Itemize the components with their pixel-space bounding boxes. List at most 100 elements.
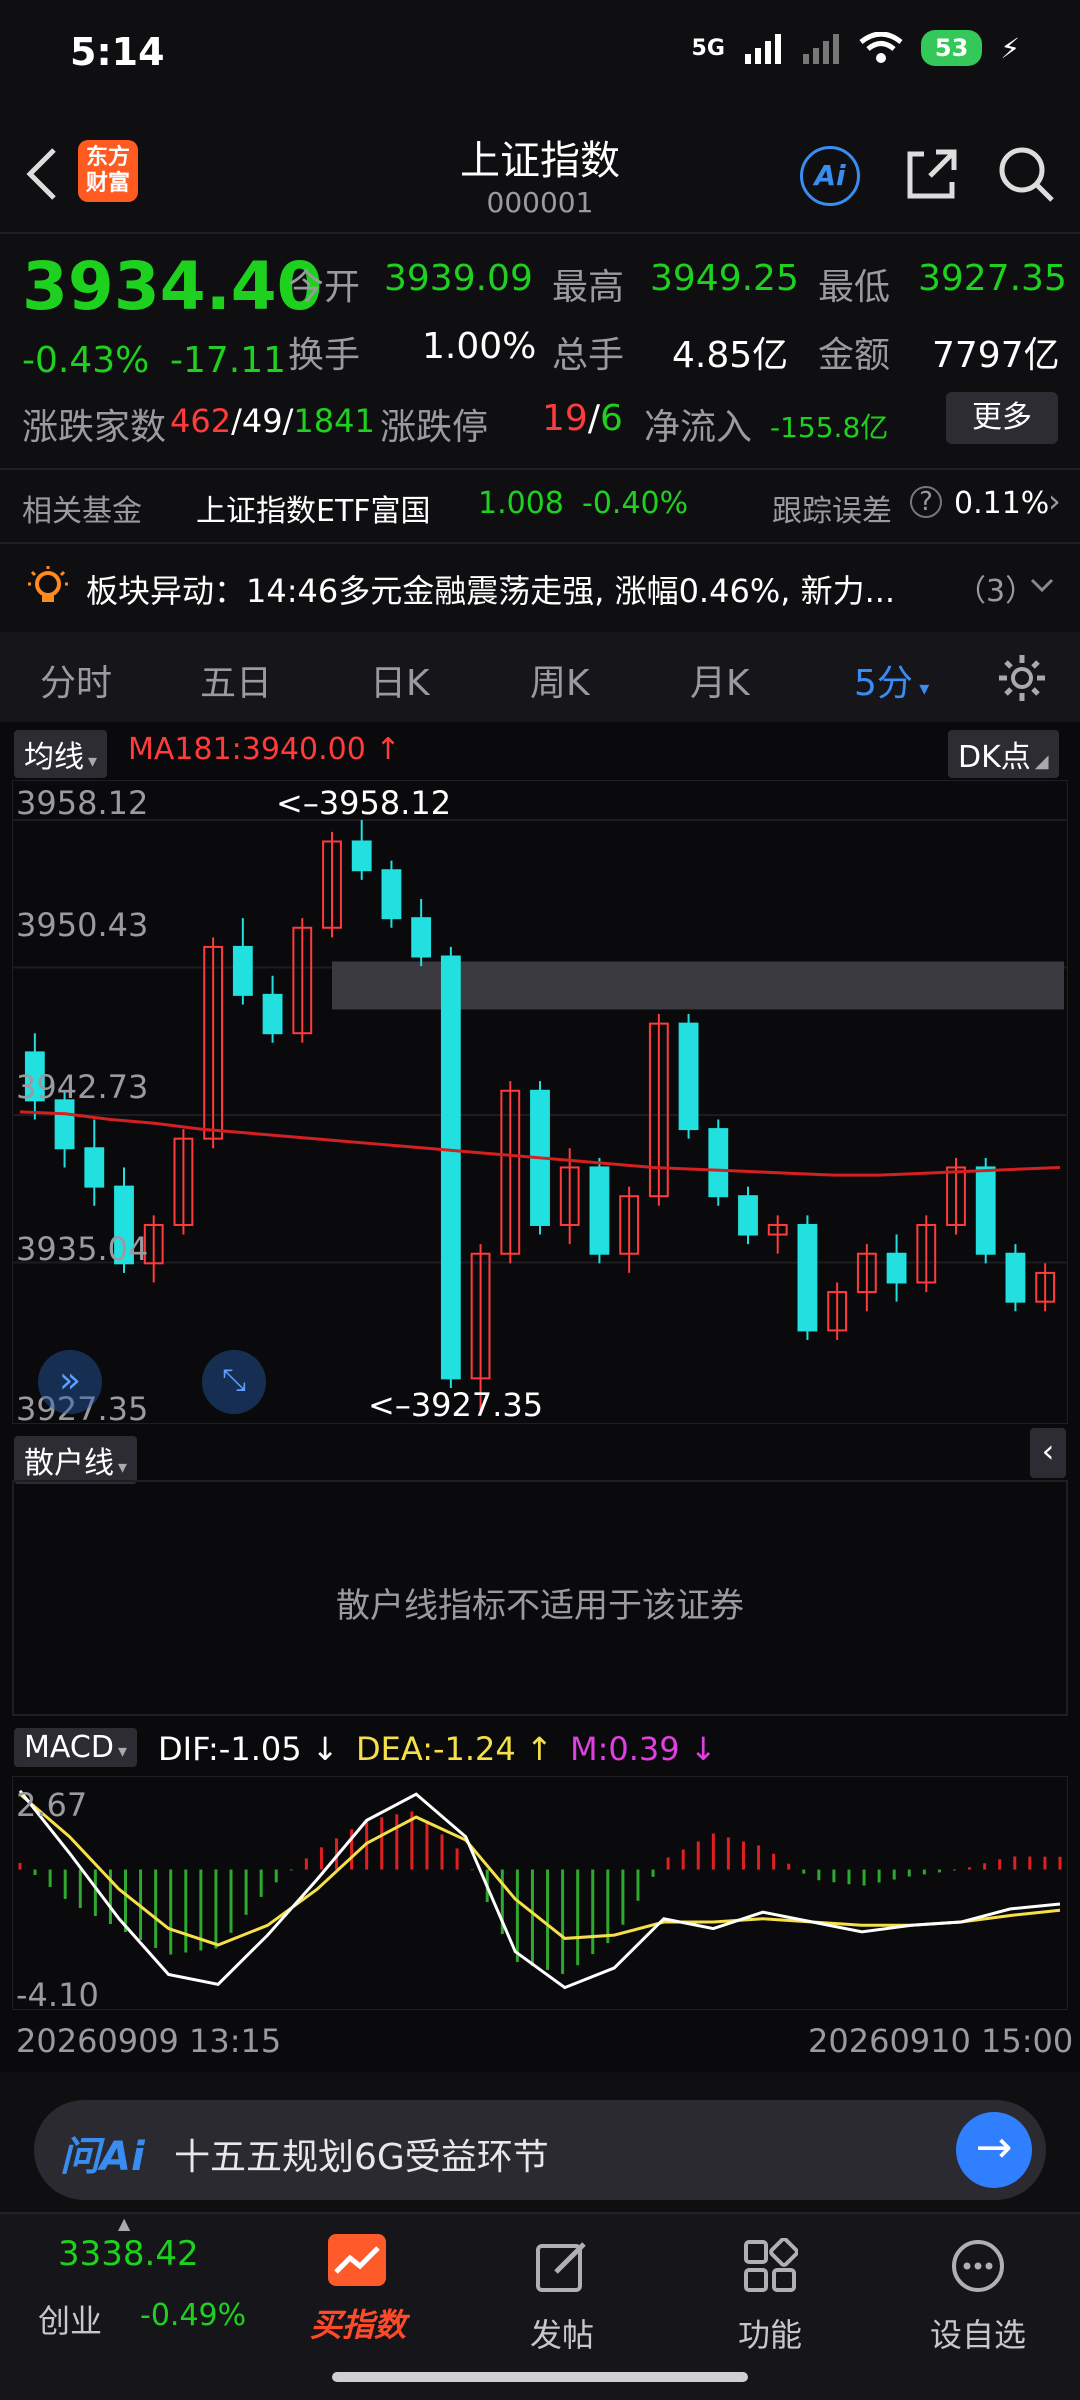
wifi-icon [859,32,903,63]
index-change: -0.49% [140,2298,247,2333]
kline-chart[interactable] [12,780,1068,1424]
max-price-marker: <–3958.12 [276,784,452,822]
fund-label: 相关基金 [22,494,142,529]
tab-monthly[interactable]: 月K [690,654,750,706]
news-ticker[interactable]: 板块异动：14:46多元金融震荡走强, 涨幅0.46%, 新力... （3） [0,544,1080,630]
macd-selector[interactable]: MACD ▾ [14,1728,137,1767]
period-tabs: 分时 五日 日K 周K 月K 5分 ▾ [0,632,1080,722]
tracking-label: 跟踪误差 [772,494,892,529]
tab-5day[interactable]: 五日 [200,654,272,706]
last-price: 3934.40 [22,248,323,325]
share-icon[interactable] [902,144,962,204]
dea-label: DEA:-1.24 ↑ [356,1730,553,1768]
candle-body [232,945,253,996]
limit-up: 19 [542,398,588,439]
battery-badge: 53 [920,30,983,66]
high-label: 最高 [552,267,625,308]
candle-body [797,1223,818,1332]
ai-search-bar[interactable]: 问Ai 十五五规划6G受益环节 → [34,2100,1046,2200]
y-tick: 3942.73 [16,1068,149,1106]
macd-top-tick: 2.67 [16,1786,88,1824]
dk-point-button[interactable]: DK点 ◢ [948,730,1059,778]
high-value: 3949.25 [650,258,799,299]
index-mini-quote[interactable]: ▲ 3338.42 创业 -0.49% [0,2214,246,2400]
tab-5min[interactable]: 5分 ▾ [854,654,929,706]
limit-down: 6 [599,398,623,439]
nav-label-buy-index: 买指数 [309,2306,406,2344]
help-icon[interactable]: ? [910,486,942,518]
breadth-down: 1841 [293,402,375,440]
collapse-panel-icon[interactable]: ‹ [1030,1428,1066,1478]
limit-values: 19/6 [542,398,623,439]
index-name: 创业 [38,2302,103,2340]
dif-label: DIF:-1.05 ↓ [158,1730,339,1768]
charging-icon: ⚡ [1000,31,1020,65]
arrow-right-icon[interactable]: → [956,2112,1032,2188]
ai-button[interactable]: Ai [800,146,860,206]
edit-icon [536,2242,586,2292]
nav-label-post: 发帖 [529,2316,594,2354]
status-time: 5:14 [70,30,165,74]
min-price-marker: <–3927.35 [368,1386,544,1424]
y-tick: 3935.04 [16,1230,149,1268]
related-fund-row[interactable]: 相关基金 上证指数ETF富国 1.008 -0.40% 跟踪误差 ? 0.11%… [0,470,1080,540]
candle-body [708,1128,729,1198]
breadth-values: 462/49/1841 [170,402,375,440]
index-value: 3338.42 [58,2234,199,2274]
retail-line-message: 散户线指标不适用于该证券 [336,1586,744,1626]
fund-name: 上证指数ETF富国 [196,494,431,529]
settings-gear-icon[interactable] [996,652,1048,704]
m-label: M:0.39 ↓ [570,1730,717,1768]
caret-up-icon: ▲ [118,2214,131,2233]
limit-label: 涨跌停 [380,407,489,448]
turnover-value: 1.00% [422,326,537,367]
more-dots-icon [952,2240,1004,2292]
divider [0,232,1080,234]
candle-body [1005,1252,1026,1303]
tab-weekly[interactable]: 周K [530,654,590,706]
bulb-icon [28,566,68,602]
more-button[interactable]: 更多 [946,392,1058,444]
nav-label-functions: 功能 [737,2316,802,2354]
candle-body [262,993,283,1035]
candle-body [351,840,372,872]
amount-label: 金额 [818,335,891,376]
breadth-up: 462 [170,402,232,440]
volume-label: 总手 [552,335,625,376]
macd-chart[interactable] [12,1776,1068,2010]
candle-body [84,1147,105,1188]
chevron-down-icon [1030,578,1054,593]
candle-body [381,869,402,920]
candle-body [589,1166,610,1255]
news-text: 板块异动：14:46多元金融震荡走强, 涨幅0.46%, 新力... [86,572,896,610]
netflow-label: 净流入 [644,407,753,448]
x-end-time: 20260910 15:00 [808,2022,1074,2060]
candle-body [411,917,432,958]
x-start-time: 20260909 13:15 [16,2022,282,2060]
breadth-flat: 49 [241,402,283,440]
open-label: 今开 [288,267,361,308]
low-label: 最低 [818,267,891,308]
expand-left-icon[interactable]: » [38,1350,102,1414]
signal-icon-2 [802,34,839,64]
tab-daily[interactable]: 日K [370,654,430,706]
low-value: 3927.35 [918,258,1067,299]
fund-change: -0.40% [582,486,689,521]
search-icon[interactable] [996,144,1056,204]
status-bar: 5:14 5G 53 ⚡ [0,0,1080,110]
ai-search-text: 十五五规划6G受益环节 [174,2137,549,2178]
candle-body [54,1099,75,1150]
ma-selector[interactable]: 均线 ▾ [14,730,108,778]
retail-line-selector[interactable]: 散户线 ▾ [14,1436,138,1484]
y-tick: 3958.12 [16,784,149,822]
macd-bottom-tick: -4.10 [16,1976,99,2014]
fullscreen-icon[interactable]: ⤡ [202,1350,266,1414]
tracking-value: 0.11% [954,486,1050,521]
candle-body [886,1252,907,1284]
volume-value: 4.85亿 [672,335,789,376]
y-tick: 3950.43 [16,906,149,944]
app-header: 东方 财富 上证指数 000001 Ai [0,110,1080,230]
nav-watchlist[interactable]: 设自选 [898,2214,1058,2400]
change-pct: -0.43% [22,340,150,381]
tab-intraday[interactable]: 分时 [40,654,112,706]
